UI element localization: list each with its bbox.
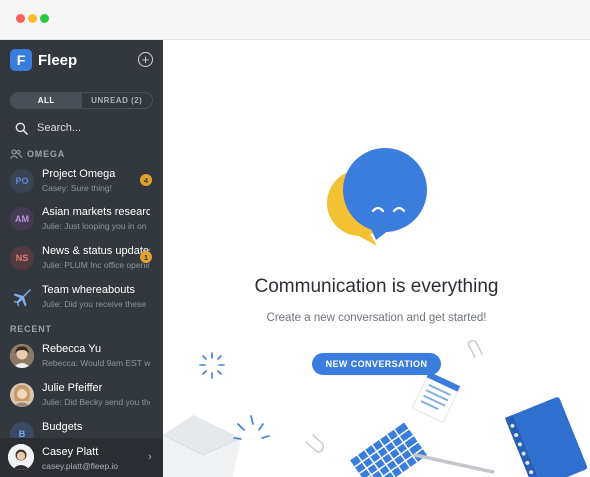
user-name: Casey Platt xyxy=(42,446,99,458)
search-input[interactable]: Search... xyxy=(15,119,81,137)
conversation-title: News & status updates xyxy=(42,245,150,257)
avatar: PO xyxy=(10,169,34,193)
avatar xyxy=(10,344,34,368)
fleep-logo-icon: F xyxy=(10,49,32,71)
current-user-panel[interactable]: Casey Platt casey.platt@fleep.io › xyxy=(0,438,163,477)
chevron-right-icon: › xyxy=(148,451,152,463)
envelope-icon xyxy=(163,415,242,477)
user-avatar xyxy=(8,444,34,470)
document-card-icon xyxy=(411,371,461,424)
section-header-omega[interactable]: OMEGA xyxy=(10,148,65,160)
search-placeholder: Search... xyxy=(37,122,82,134)
app-name: Fleep xyxy=(38,51,78,69)
rebecca-avatar-photo xyxy=(10,344,34,368)
conversation-preview: Casey: Sure thing! xyxy=(42,183,112,193)
zoom-window-button[interactable] xyxy=(40,14,49,23)
sidebar: F Fleep + ALL UNREAD (2) Search... OMEGA… xyxy=(0,40,163,477)
sparkle-icon xyxy=(199,352,225,379)
conversation-preview: Julie: Did you receive these xyxy=(42,299,146,309)
tab-unread[interactable]: UNREAD (2) xyxy=(82,93,153,108)
conversation-title: Team whereabouts xyxy=(42,284,135,296)
julie-avatar-photo xyxy=(10,383,34,407)
avatar xyxy=(10,383,34,407)
conversation-item[interactable]: Julie Pfeiffer Julie: Did Becky send you… xyxy=(0,380,163,414)
brand[interactable]: F Fleep xyxy=(10,48,77,72)
new-conversation-plus-button[interactable]: + xyxy=(138,52,153,67)
conversation-item[interactable]: AM Asian markets research Julie: Just lo… xyxy=(0,204,163,238)
notebook-icon xyxy=(504,397,588,477)
conversation-preview: Julie: Just looping you in on xyxy=(42,221,147,231)
avatar xyxy=(10,285,34,309)
airplane-icon xyxy=(13,289,31,307)
conversation-preview: Rebecca: Would 9am EST work xyxy=(42,358,150,368)
paperclip-icon xyxy=(467,340,483,358)
empty-state-panel: Communication is everything Create a new… xyxy=(163,40,590,477)
conversation-item[interactable]: Team whereabouts Julie: Did you receive … xyxy=(0,282,163,316)
unread-badge: 4 xyxy=(140,174,152,186)
section-header-recent: RECENT xyxy=(10,323,52,335)
conversation-item[interactable]: PO Project Omega Casey: Sure thing! 4 xyxy=(0,166,163,200)
app-window: F Fleep + ALL UNREAD (2) Search... OMEGA… xyxy=(0,0,590,477)
empty-state-illustration xyxy=(163,148,588,477)
calendar-icon xyxy=(350,422,428,477)
conversation-title: Rebecca Yu xyxy=(42,343,102,355)
casey-avatar-photo xyxy=(8,444,34,470)
search-icon xyxy=(15,122,28,135)
close-window-button[interactable] xyxy=(16,14,25,23)
conversation-item[interactable]: NS News & status updates Julie: PLUM Inc… xyxy=(0,243,163,277)
user-email: casey.platt@fleep.io xyxy=(42,461,119,471)
new-conversation-button[interactable]: NEW CONVERSATION xyxy=(312,353,441,375)
unread-badge: 1 xyxy=(140,251,152,263)
tab-all[interactable]: ALL xyxy=(11,93,82,108)
conversation-title: Asian markets research xyxy=(42,206,150,218)
pen-icon xyxy=(413,453,495,474)
avatar: AM xyxy=(10,207,34,231)
plus-circle-icon: + xyxy=(141,52,150,67)
minimize-window-button[interactable] xyxy=(28,14,37,23)
section-title: RECENT xyxy=(10,324,52,334)
chat-bubbles-icon xyxy=(327,148,427,246)
avatar: NS xyxy=(10,246,34,270)
conversation-item[interactable]: Rebecca Yu Rebecca: Would 9am EST work xyxy=(0,341,163,375)
conversation-preview: Julie: Did Becky send you the xyxy=(42,397,150,407)
section-title: OMEGA xyxy=(27,149,66,159)
paperclip-icon xyxy=(305,434,325,453)
conversation-preview: Julie: PLUM Inc office opening xyxy=(42,260,150,270)
conversation-filter: ALL UNREAD (2) xyxy=(10,92,153,109)
title-bar xyxy=(0,0,590,40)
sparkle-icon xyxy=(233,415,270,440)
conversation-title: Project Omega xyxy=(42,168,116,180)
conversation-title: Julie Pfeiffer xyxy=(42,382,103,394)
team-icon xyxy=(10,149,22,159)
empty-state-subline: Create a new conversation and get starte… xyxy=(266,312,487,324)
conversation-title: Budgets xyxy=(42,421,83,433)
empty-state-headline: Communication is everything xyxy=(254,276,499,297)
